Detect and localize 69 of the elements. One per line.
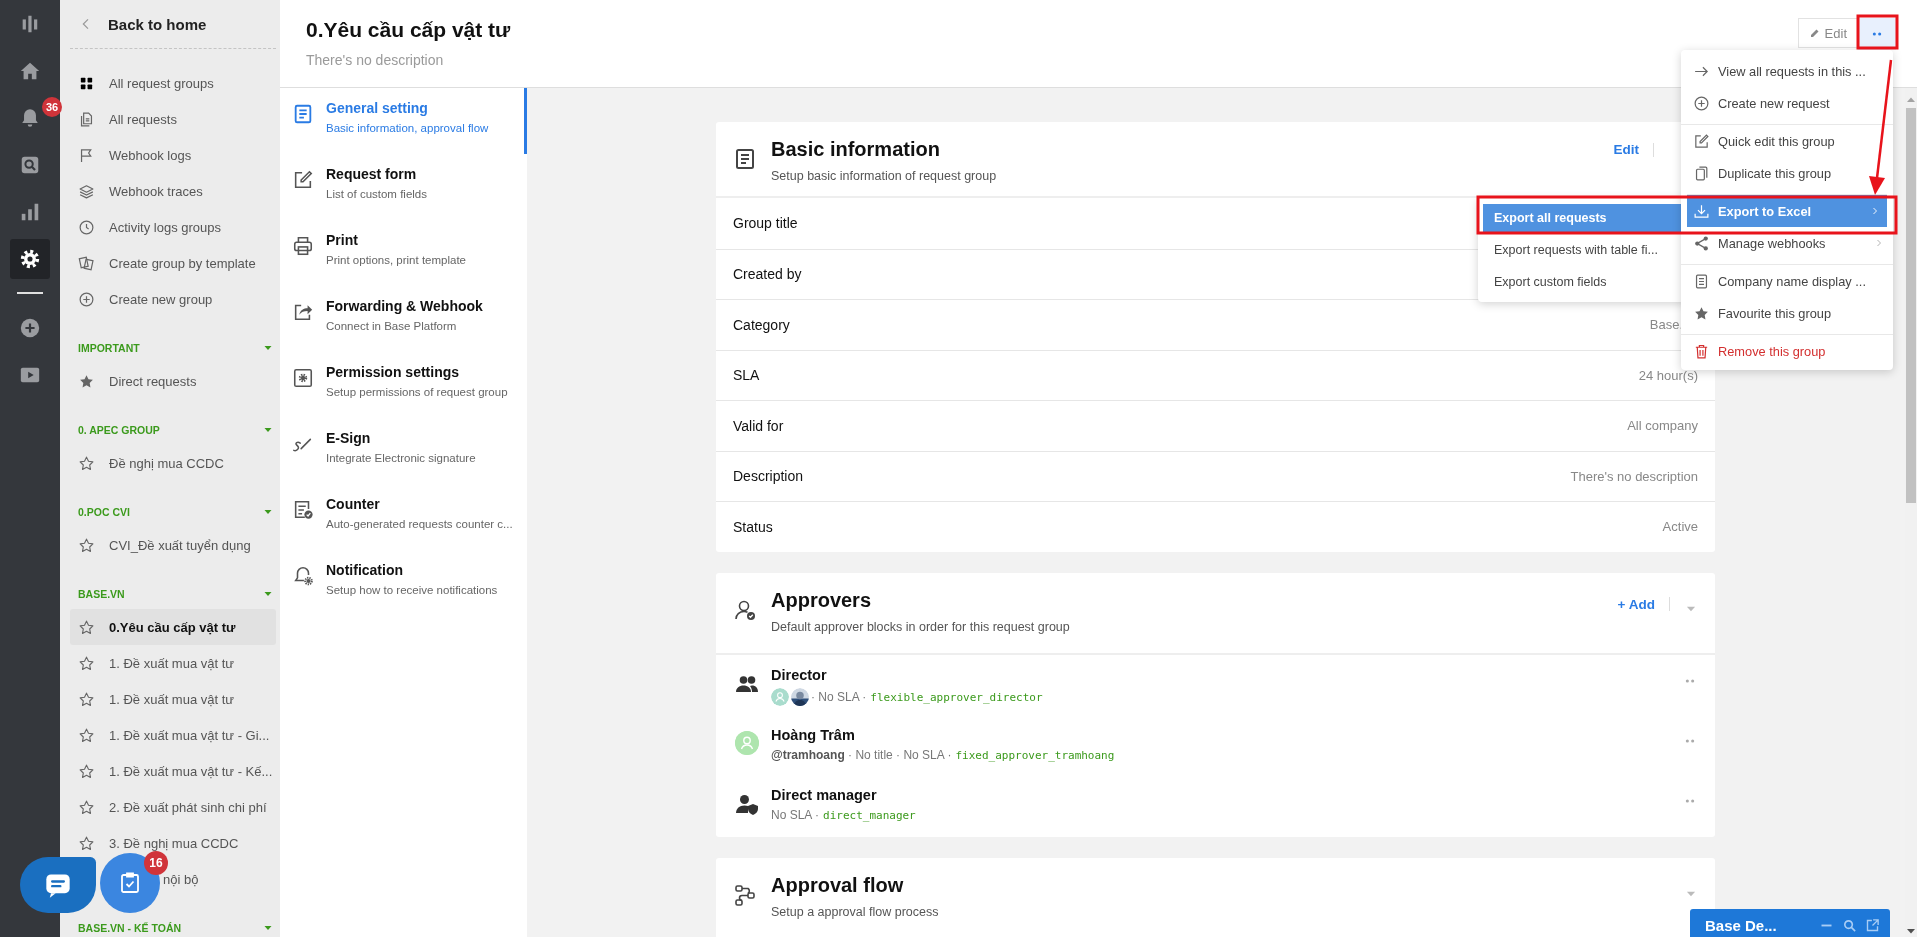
card-title: Approvers xyxy=(771,588,873,612)
field-label: Status xyxy=(733,518,773,535)
menu-item[interactable]: Favourite this group xyxy=(1681,297,1893,329)
settings-tab[interactable]: E-Sign Integrate Electronic signature xyxy=(280,418,527,484)
approver-name: Hoàng Trâm xyxy=(771,726,856,743)
field-label: SLA xyxy=(733,367,760,384)
sidebar-item[interactable]: Activity logs groups xyxy=(70,209,276,245)
sidebar-item[interactable]: 1. Đề xuất mua vật tư - Gi... xyxy=(70,717,276,753)
menu-item[interactable]: Remove this group xyxy=(1681,334,1893,367)
sidebar-item[interactable]: 1. Đề xuất mua vật tư xyxy=(70,681,276,717)
field-label: Description xyxy=(733,468,804,485)
chat-bar[interactable]: Base De... xyxy=(1690,909,1890,937)
sidebar-item[interactable]: 0.Yêu cầu cấp vật tư xyxy=(70,609,276,645)
notification-badge: 36 xyxy=(42,97,62,117)
section-title: BASE.VN - KẾ TOÁN xyxy=(78,922,182,934)
menu-item[interactable]: Create new request xyxy=(1681,87,1893,119)
sidebar-item[interactable]: Webhook traces xyxy=(70,173,276,209)
field-label: Group title xyxy=(733,215,798,232)
approver-name: Direct manager xyxy=(771,786,878,803)
card-subtitle: Setup a approval flow process xyxy=(771,904,940,919)
chat-title[interactable]: Base De... xyxy=(1705,916,1811,934)
field-label: Created by xyxy=(733,266,802,283)
sidebar-item[interactable]: All requests xyxy=(70,101,276,137)
sidebar-item[interactable]: Webhook logs xyxy=(70,137,276,173)
back-link[interactable]: Back to home xyxy=(108,15,207,33)
settings-tab[interactable]: Print Print options, print template xyxy=(280,220,527,286)
settings-tab[interactable]: General setting Basic information, approval flow xyxy=(280,88,527,154)
menu-item[interactable]: Duplicate this group xyxy=(1681,157,1893,189)
settings-tab[interactable]: Permission settings Setup permissions of request group xyxy=(280,352,527,418)
section-title: IMPORTANT xyxy=(78,342,140,354)
sidebar-item[interactable]: 2. Đề xuất phát sinh chi phí xyxy=(70,789,276,825)
settings-tab[interactable]: Request form List of custom fields xyxy=(280,154,527,220)
field-value: Base. xyxy=(1649,317,1683,333)
sidebar-item[interactable]: 1. Đề xuất mua vật tư xyxy=(70,645,276,681)
menu-item[interactable]: View all requests in this ... xyxy=(1681,55,1893,87)
sidebar-item[interactable]: CVI_Đề xuất tuyển dụng xyxy=(70,527,276,563)
edit-button[interactable]: Edit xyxy=(1797,18,1858,48)
menu-item[interactable]: Manage webhooks xyxy=(1681,227,1893,259)
section-title: BASE.VN xyxy=(78,588,125,600)
edit-link[interactable]: Edit xyxy=(1613,142,1639,157)
approver-name: Director xyxy=(771,666,828,683)
menu-item[interactable]: Quick edit this group xyxy=(1681,124,1893,157)
page-title: 0.Yêu cầu cấp vật tư xyxy=(306,18,511,42)
field-value: There's no description xyxy=(1570,468,1698,484)
approver-details: @tramhoang · No title · No SLA · fixed_approver_tramhoang xyxy=(771,747,1115,762)
field-value: All company xyxy=(1627,418,1698,434)
sidebar-item[interactable]: All request groups xyxy=(70,65,276,101)
field-label: Category xyxy=(733,316,790,333)
field-label: Valid for xyxy=(733,417,784,434)
section-title: 0.POC CVI xyxy=(78,506,130,518)
card-subtitle: Setup basic information of request group xyxy=(771,169,998,183)
sidebar-item[interactable]: 1. Đề xuất mua vật tư - Kế... xyxy=(70,753,276,789)
sidebar-item[interactable]: Đề nghị mua CCDC xyxy=(70,445,276,481)
field-value: Active xyxy=(1662,519,1698,535)
section-title: 0. APEC GROUP xyxy=(78,424,160,436)
approver-details: No SLA · direct_manager xyxy=(771,807,916,822)
sidebar-item[interactable]: Create group by template xyxy=(70,245,276,281)
page-description: There's no description xyxy=(306,52,445,68)
card-subtitle: Default approver blocks in order for this request group xyxy=(771,619,1071,634)
approver-details: · No SLA · flexible_approver_director xyxy=(811,689,1043,704)
settings-tab[interactable]: Counter Auto-generated requests counter c... xyxy=(280,484,527,550)
sidebar-item[interactable]: Direct requests xyxy=(70,363,276,399)
settings-tab[interactable]: Notification Setup how to receive notifications xyxy=(280,550,527,616)
settings-tab[interactable]: Forwarding & Webhook Connect in Base Platform xyxy=(280,286,527,352)
field-value: 24 hour(s) xyxy=(1638,367,1698,383)
card-title: Approval flow xyxy=(771,873,905,897)
add-link[interactable]: + Add xyxy=(1617,596,1655,612)
sidebar-item[interactable]: Create new group xyxy=(70,281,276,317)
card-title: Basic information xyxy=(771,138,941,161)
